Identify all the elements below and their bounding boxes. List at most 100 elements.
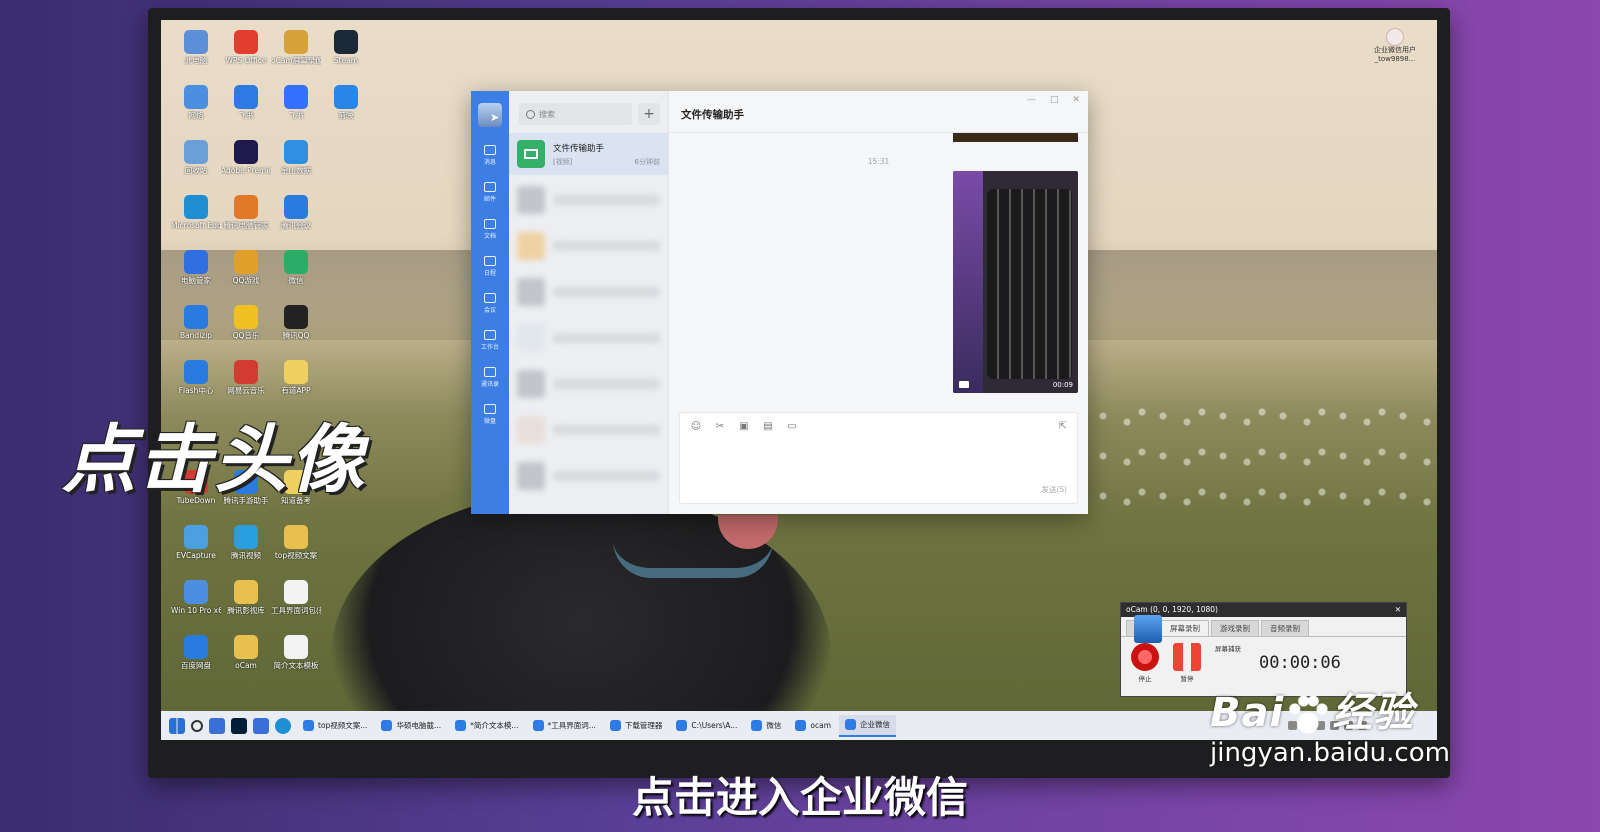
rail-contacts[interactable]: 通讯录 [471,359,509,396]
list-item[interactable] [517,455,660,497]
list-item[interactable] [517,179,660,221]
desktop-icon[interactable]: 飞书 [221,85,271,135]
desktop-icon[interactable]: QQ音乐 [221,305,271,355]
desktop-icon[interactable]: 简介文本模板 [271,635,321,685]
rail-label: 文档 [483,233,496,240]
screenshot-icon[interactable]: ✂ [714,421,726,433]
taskbar-app[interactable]: 华硕电脑截... [375,715,447,737]
desktop-icon[interactable]: 腾讯电脑管家 [221,195,271,245]
taskbar-app-label: 微信 [766,721,782,730]
desktop-icon[interactable]: 腾讯影视库 [221,580,271,630]
taskbar-app[interactable]: C:\Users\A... [670,715,743,737]
desktop-icon[interactable]: Adobe Premie... [221,140,271,190]
conversation-file-transfer[interactable]: 文件传输助手 [视频] 6分钟前 [509,133,668,175]
app-icon [284,250,308,274]
desktop-icon[interactable]: 腾讯会议 [271,195,321,245]
list-item[interactable] [517,409,660,451]
taskbar-app[interactable]: *简介文本模... [449,715,524,737]
desktop-icon[interactable]: 网络 [171,85,221,135]
app-icon [234,305,258,329]
rail-drive[interactable]: 微盘 [471,396,509,433]
list-item[interactable] [517,225,660,267]
desktop-icon-label: 回收站 [184,166,208,175]
desktop-icon[interactable]: 此电脑 [171,30,221,80]
chat-title: 文件传输助手 [669,91,1088,133]
desktop-icon[interactable]: oCam屏幕录像 [271,30,321,80]
rail-messages[interactable]: 消息 [471,137,509,174]
video-message[interactable]: 00:09 [953,171,1078,393]
taskbar-app[interactable]: 微信 [745,715,787,737]
desktop-icon[interactable]: Win 10 Pro x64 (C) [171,580,221,630]
ocam-screen-button[interactable]: 屏幕捕获 [1134,615,1241,683]
previous-image-message[interactable] [953,133,1078,142]
windows-start-icon[interactable] [169,717,185,734]
close-button[interactable]: ✕ [1072,95,1080,105]
doc-icon[interactable]: ▤ [762,421,774,433]
search-row: 搜索 + [509,91,668,133]
desktop-icon[interactable]: 微信 [271,250,321,300]
desktop-icon[interactable]: 腾讯视频 [221,525,271,575]
folder-icon[interactable]: ▭ [786,421,798,433]
desktop-icon[interactable]: top视频文案 [271,525,321,575]
feishu-icon[interactable] [253,717,269,734]
profile-avatar[interactable]: ➤ [478,103,502,127]
emoji-icon[interactable]: ☺ [690,421,702,433]
maximize-button[interactable]: □ [1050,95,1059,105]
send-button[interactable]: 发送(S) [1041,484,1067,495]
desktop-icon-label: Win 10 Pro x64 (C) [171,606,221,615]
conversation-meta: [视频] 6分钟前 [553,157,660,167]
ocam-button-label: 停止 [1138,675,1152,683]
ocam-tab[interactable]: 游戏录制 [1211,620,1259,636]
rail-workbench[interactable]: 工作台 [471,322,509,359]
photoshop-icon[interactable] [231,717,247,734]
desktop-icon[interactable]: Bandizip [171,305,221,355]
desktop-icon[interactable]: WPS Office [221,30,271,80]
ocam-tab[interactable]: 音频录制 [1261,620,1309,636]
desktop-icon-label: 飞书 [288,111,304,120]
rail-mail[interactable]: 邮件 [471,174,509,211]
app-icon [184,305,208,329]
desktop-icon[interactable]: 腾讯QQ [271,305,321,355]
image-icon[interactable]: ▣ [738,421,750,433]
desktop-icon[interactable]: Microsoft Edge [171,195,221,245]
ocam-pause-button[interactable]: 暂停 [1173,643,1201,683]
desktop-icon[interactable]: 剪映 [321,85,371,135]
taskbar-app[interactable]: top视频文案... [297,715,373,737]
app-icon [284,360,308,384]
list-item[interactable] [517,317,660,359]
rail-docs[interactable]: 文档 [471,211,509,248]
app-icon [234,580,258,604]
rail-meeting[interactable]: 会议 [471,285,509,322]
taskbar-app[interactable]: ocam [789,715,837,737]
minimize-button[interactable]: — [1027,95,1036,105]
desktop-icon[interactable]: oCam [221,635,271,685]
taskbar-app[interactable]: *工具界面词... [527,715,602,737]
conversation-preview: [视频] [553,157,573,166]
ocam-tab[interactable]: 屏幕录制 [1161,620,1209,636]
desktop-icon[interactable]: 电脑管家 [171,250,221,300]
taskbar-app[interactable]: 企业微信 [839,714,897,737]
desktop-icon[interactable]: 金山数据 [271,140,321,190]
list-item[interactable] [517,363,660,405]
taskbar-app-icon [676,720,688,731]
message-input-box[interactable]: ☺ ✂ ▣ ▤ ▭ ⇱ 发送(S) [679,412,1078,504]
desktop-icon[interactable]: Steam [321,30,371,80]
desktop-icon[interactable]: 回收站 [171,140,221,190]
search-icon[interactable] [191,719,203,732]
list-item[interactable] [517,271,660,313]
desktop-icon[interactable]: 工具界面词包(新7.1) [271,580,321,630]
taskbar-app[interactable]: 下载管理器 [604,715,669,737]
expand-icon[interactable]: ⇱ [1059,421,1067,432]
search-box[interactable]: 搜索 [519,103,632,125]
desktop-icon[interactable]: QQ游戏 [221,250,271,300]
desktop-icon[interactable]: 百度网盘 [171,635,221,685]
ocam-stop-button[interactable]: 停止 [1131,643,1159,683]
create-button[interactable]: + [638,103,660,125]
desktop-icon[interactable]: EVCapture [171,525,221,575]
ocam-close-button[interactable]: ✕ [1395,605,1401,615]
task-view-icon[interactable] [209,717,225,734]
edge-icon[interactable] [275,717,291,734]
desktop-user-shortcut[interactable]: 企业微信用户_tow9898... [1365,28,1425,64]
desktop-icon[interactable]: 飞书 [271,85,321,135]
rail-calendar[interactable]: 日程 [471,248,509,285]
